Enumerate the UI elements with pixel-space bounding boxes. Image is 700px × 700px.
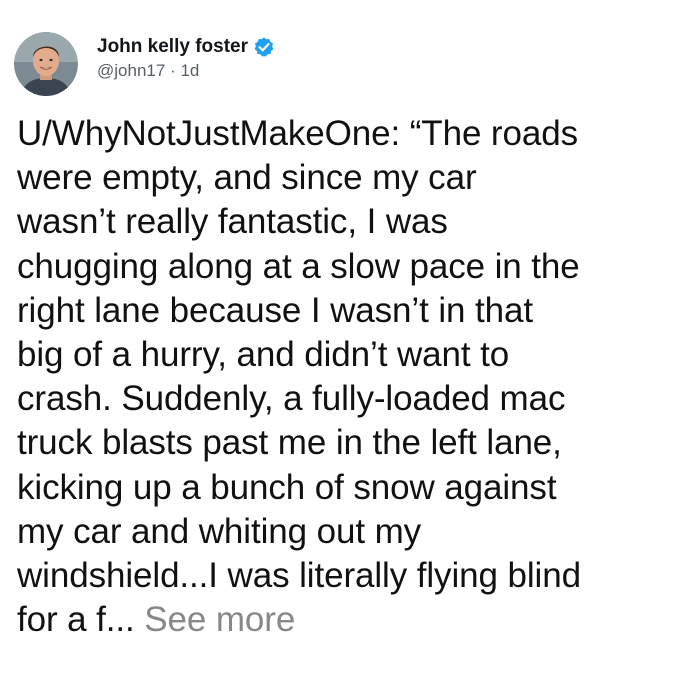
tweet-text: U/WhyNotJustMakeOne: “The roads were emp… — [17, 112, 697, 642]
author-display-name[interactable]: John kelly foster — [97, 36, 248, 58]
tweet-age[interactable]: 1d — [180, 61, 199, 80]
tweet-author: John kelly foster @john17 · 1d — [97, 36, 275, 81]
avatar[interactable] — [14, 32, 78, 96]
tweet-text-line: windshield...I was literally flying blin… — [17, 556, 581, 596]
tweet-text-line: kicking up a bunch of snow against — [17, 467, 557, 507]
profile-photo-avatar — [14, 32, 78, 96]
tweet-text-line: my car and whiting out my — [17, 511, 422, 551]
author-handle[interactable]: @john17 — [97, 61, 165, 80]
tweet-text-line: chugging along at a slow pace in the — [17, 246, 580, 286]
tweet-text-line: big of a hurry, and didn’t want to — [17, 335, 510, 375]
author-meta-row: @john17 · 1d — [97, 61, 275, 81]
tweet-text-line: truck blasts past me in the left lane, — [17, 423, 562, 463]
tweet-text-truncated: for a f... — [17, 600, 135, 640]
author-name-row: John kelly foster — [97, 36, 275, 58]
tweet-text-line: were empty, and since my car — [17, 158, 477, 198]
tweet-text-line: crash. Suddenly, a fully-loaded mac — [17, 379, 566, 419]
verified-badge-icon — [254, 37, 274, 57]
tweet-text-line: wasn’t really fantastic, I was — [17, 202, 448, 242]
tweet-text-line: U/WhyNotJustMakeOne: “The roads — [17, 114, 578, 153]
meta-separator: · — [170, 61, 176, 80]
tweet-text-last-line: for a f... See more — [17, 598, 697, 642]
tweet-text-line: right lane because I wasn’t in that — [17, 290, 533, 330]
see-more-link[interactable]: See more — [144, 600, 295, 639]
tweet-card: John kelly foster @john17 · 1d U/WhyNotJ… — [0, 0, 700, 700]
